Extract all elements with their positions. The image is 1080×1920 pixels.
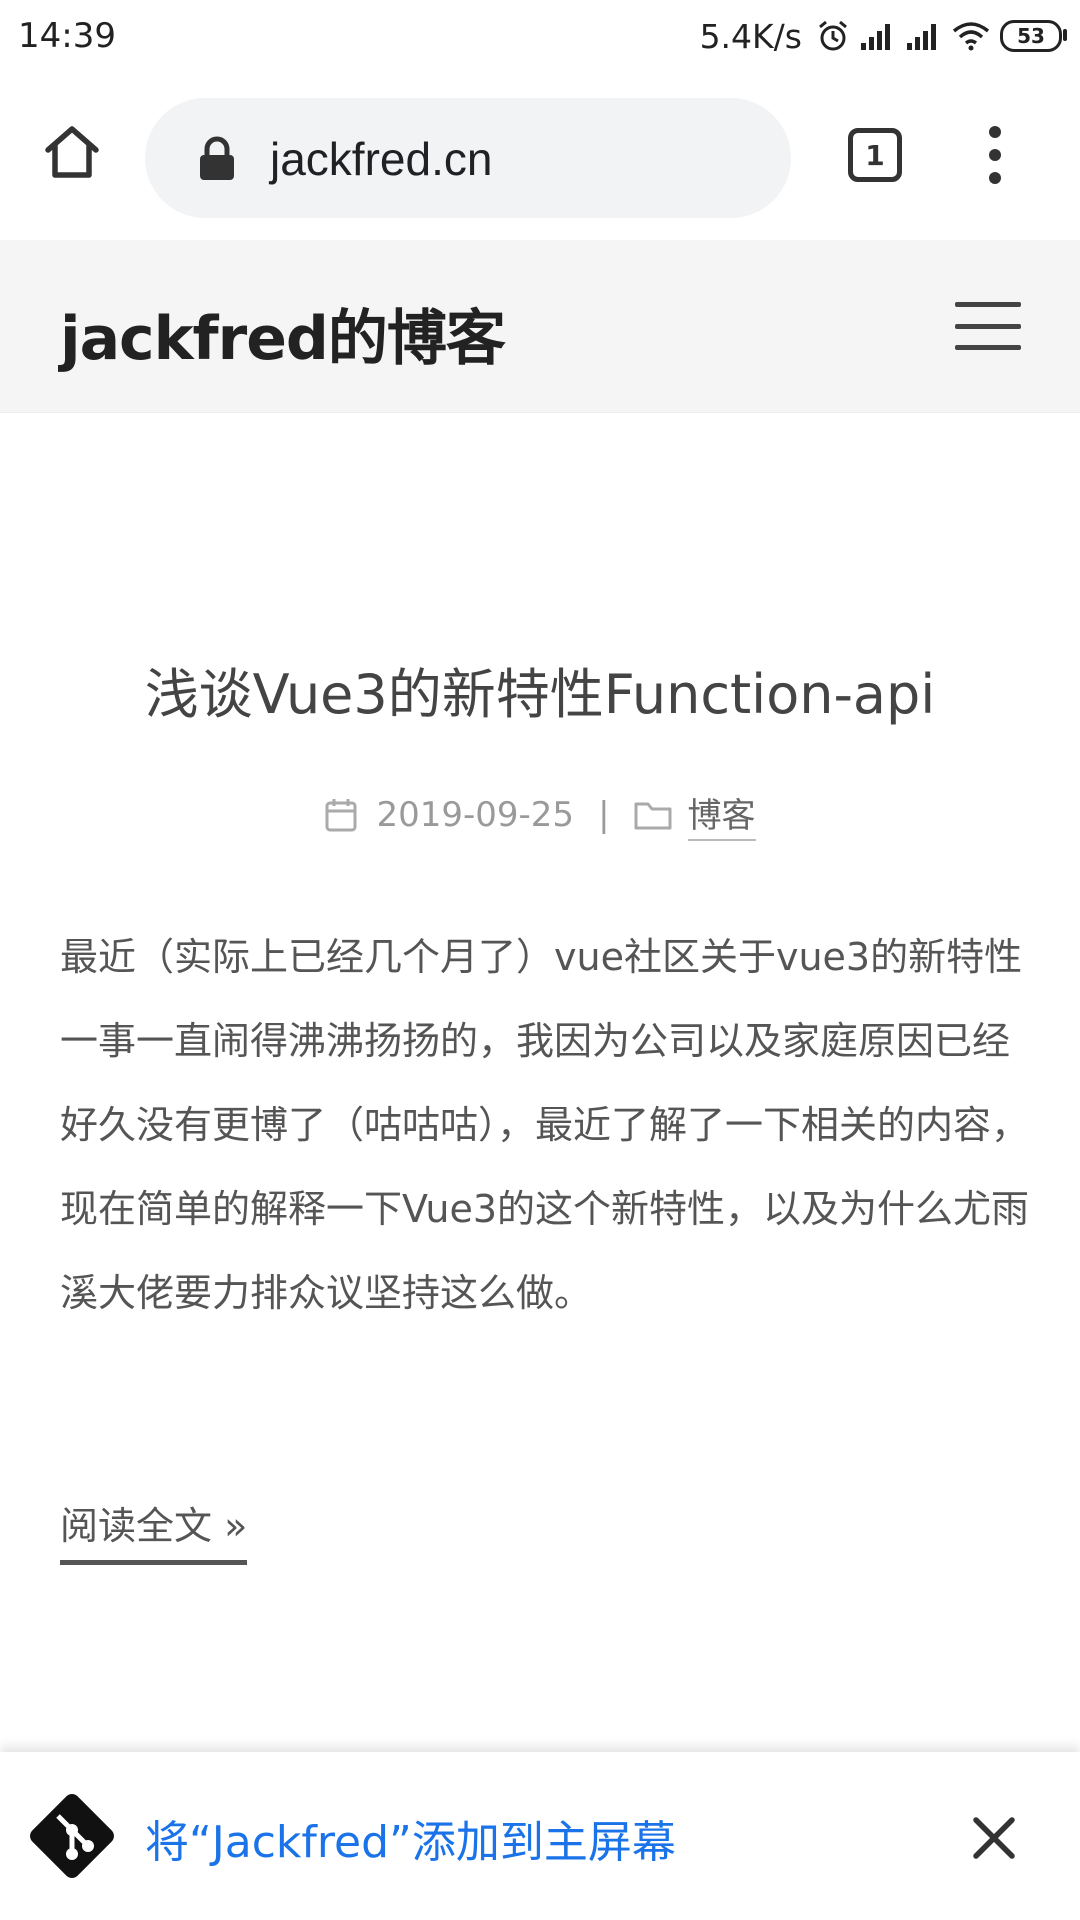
read-more-link[interactable]: 阅读全文 » xyxy=(60,1495,248,1565)
post-excerpt: 最近（实际上已经几个月了）vue社区关于vue3的新特性一事一直闹得沸沸扬扬的，… xyxy=(60,935,1030,1315)
post-date: 2019-09-25 xyxy=(376,794,575,835)
tab-switcher-button[interactable]: 1 xyxy=(848,128,902,182)
lock-icon xyxy=(200,136,234,180)
status-bar: 14:39 5.4K/s 53 xyxy=(0,0,1080,76)
post-meta: 2019-09-25 | 博客 xyxy=(0,788,1080,841)
signal-icon xyxy=(861,24,890,50)
post-title[interactable]: 浅谈Vue3的新特性Function-api xyxy=(0,650,1080,729)
folder-icon xyxy=(634,802,672,829)
more-vert-icon[interactable] xyxy=(980,120,1010,190)
site-title[interactable]: jackfred的博客 xyxy=(60,290,506,377)
site-header: jackfred的博客 xyxy=(0,240,1080,413)
meta-separator: | xyxy=(598,794,610,835)
calendar-icon xyxy=(325,798,357,831)
add-to-home-screen-bar: 将“Jackfred”添加到主屏幕 xyxy=(0,1752,1080,1920)
alarm-icon xyxy=(819,20,847,51)
close-icon[interactable] xyxy=(970,1814,1018,1862)
battery-indicator: 53 xyxy=(1000,20,1067,52)
address-bar[interactable]: jackfred.cn xyxy=(145,98,791,218)
home-icon xyxy=(45,126,99,178)
url-text: jackfred.cn xyxy=(270,133,493,185)
browser-toolbar: jackfred.cn 1 xyxy=(0,76,1080,240)
status-icons: 5.4K/s 53 xyxy=(699,14,1067,58)
home-button[interactable] xyxy=(38,118,106,186)
network-speed: 5.4K/s xyxy=(699,16,802,56)
add-to-home-screen-prompt[interactable]: 将“Jackfred”添加到主屏幕 xyxy=(145,1806,676,1870)
signal-icon-2 xyxy=(907,24,936,50)
git-logo-icon xyxy=(30,1794,114,1878)
menu-icon[interactable] xyxy=(955,302,1021,350)
wifi-icon xyxy=(952,22,990,51)
status-time: 14:39 xyxy=(18,16,116,56)
post-category-link[interactable]: 博客 xyxy=(687,788,756,841)
